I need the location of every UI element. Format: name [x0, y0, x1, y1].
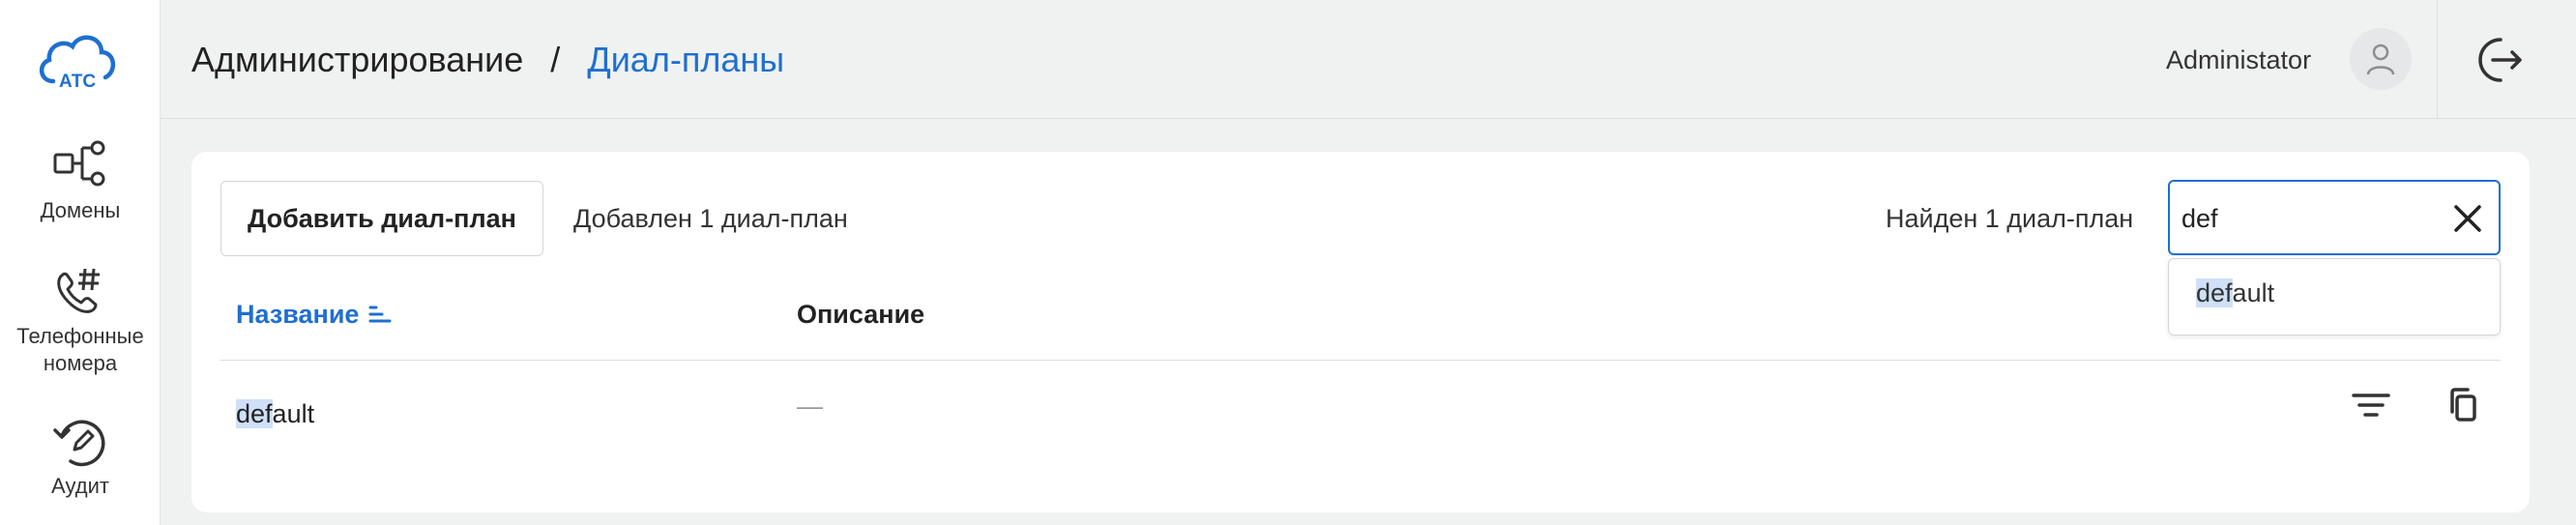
- sidebar-item-phone-numbers[interactable]: Телефонные номера: [0, 261, 161, 377]
- topbar: Администрирование / Диал-планы Administato…: [161, 0, 2576, 119]
- breadcrumb-separator: /: [550, 40, 561, 79]
- sidebar: АТС Домены Телефонные номера Аудит: [0, 0, 161, 525]
- filter-icon[interactable]: [2348, 382, 2394, 428]
- found-count-text: Найден 1 диал-план: [1886, 204, 2134, 233]
- sort-ascending-icon: [368, 306, 392, 323]
- suggestion-match: def: [2196, 278, 2233, 307]
- logo-cloud-icon[interactable]: АТС: [34, 21, 121, 99]
- breadcrumb-root[interactable]: Администрирование: [191, 40, 523, 79]
- logout-icon[interactable]: [2475, 35, 2526, 85]
- copy-icon[interactable]: [2441, 382, 2487, 428]
- logo-text: АТС: [59, 72, 96, 92]
- column-header-name[interactable]: Название: [236, 300, 392, 330]
- sidebar-item-label: Аудит: [51, 474, 109, 498]
- search-input[interactable]: [2181, 199, 2423, 238]
- user-icon: [2366, 44, 2395, 75]
- suggestion-rest: ault: [2232, 278, 2275, 307]
- sidebar-item-label: Домены: [40, 198, 121, 222]
- sidebar-item-domains[interactable]: Домены: [0, 135, 161, 224]
- table-row-description: —: [797, 392, 823, 421]
- suggestion-item[interactable]: default: [2169, 259, 2500, 335]
- breadcrumb-current: Диал-планы: [587, 40, 785, 79]
- sidebar-item-audit[interactable]: Аудит: [0, 411, 161, 500]
- table-header-divider: [220, 360, 2501, 361]
- domains-icon: [53, 140, 105, 187]
- column-header-description: Описание: [797, 300, 925, 329]
- row-name-rest: ault: [272, 399, 315, 428]
- phone-numbers-icon: [57, 268, 100, 313]
- topbar-divider: [2437, 0, 2438, 119]
- avatar[interactable]: [2350, 28, 2412, 90]
- audit-icon: [53, 420, 105, 467]
- added-count-text: Добавлен 1 диал-план: [573, 204, 848, 233]
- add-dialplan-button[interactable]: Добавить диал-план: [220, 181, 543, 256]
- user-name: Administator: [2166, 45, 2312, 74]
- column-name-label: Название: [236, 300, 360, 329]
- search-box[interactable]: [2168, 180, 2501, 255]
- search-suggestions: default: [2168, 258, 2501, 335]
- table-row-name[interactable]: default: [236, 399, 314, 429]
- sidebar-item-label: Телефонные номера: [16, 324, 144, 375]
- breadcrumb: Администрирование / Диал-планы: [191, 37, 784, 83]
- close-icon[interactable]: [2450, 201, 2485, 236]
- dialplans-card: Добавить диал-план Добавлен 1 диал-план …: [191, 152, 2530, 512]
- row-name-match: def: [236, 399, 273, 428]
